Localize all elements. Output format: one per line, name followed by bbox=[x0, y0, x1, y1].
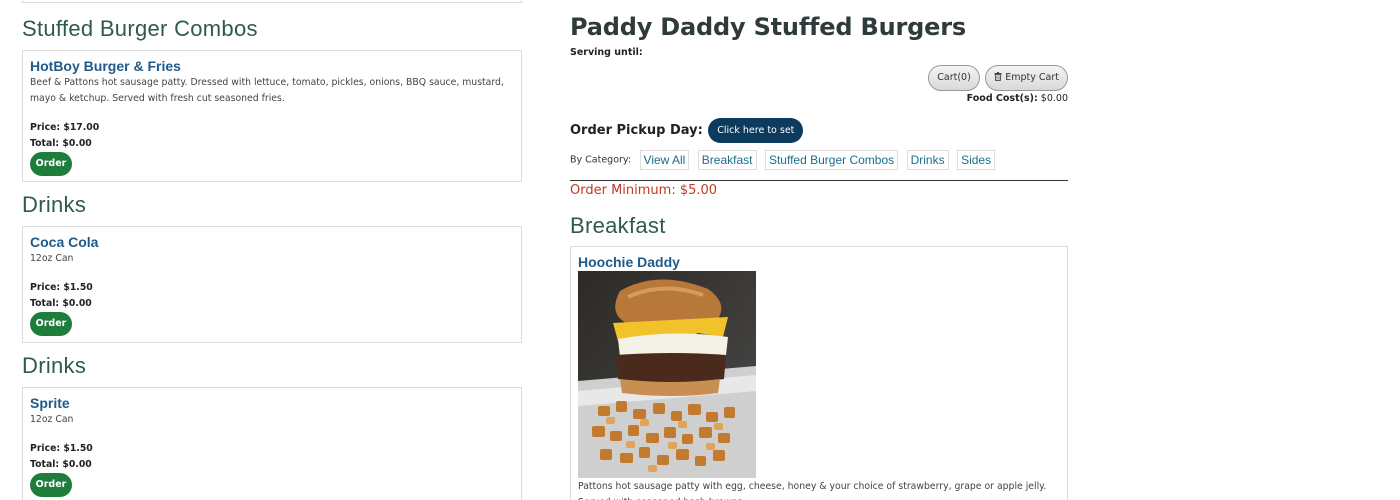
previous-card-bottom bbox=[22, 0, 522, 3]
order-button[interactable]: Order bbox=[30, 152, 72, 176]
pickup-day-label: Order Pickup Day: bbox=[570, 123, 703, 138]
empty-cart-label: Empty Cart bbox=[1005, 72, 1059, 83]
menu-item-card: Sprite 12oz Can Price: $1.50 Total: $0.0… bbox=[22, 387, 522, 500]
menu-item-card: Hoochie Daddy Pattons hot sausage patty … bbox=[570, 246, 1068, 500]
order-button[interactable]: Order bbox=[30, 312, 72, 336]
menu-item-price: Price: $17.00 bbox=[30, 122, 100, 133]
divider bbox=[570, 180, 1068, 181]
category-heading: Breakfast bbox=[570, 213, 666, 238]
menu-item-description: 12oz Can bbox=[30, 253, 74, 264]
category-link-view-all[interactable]: View All bbox=[639, 150, 690, 170]
set-pickup-day-button[interactable]: Click here to set bbox=[708, 118, 804, 143]
menu-item-description: Beef & Pattons hot sausage patty. Dresse… bbox=[30, 77, 504, 104]
category-link-drinks[interactable]: Drinks bbox=[906, 150, 949, 170]
category-link-breakfast[interactable]: Breakfast bbox=[697, 150, 757, 170]
menu-item-title[interactable]: HotBoy Burger & Fries bbox=[30, 58, 514, 74]
food-cost: Food Cost(s): $0.00 bbox=[967, 93, 1068, 104]
menu-item-total: Total: $0.00 bbox=[30, 138, 92, 149]
category-heading: Drinks bbox=[22, 353, 87, 378]
category-filter: By Category: View All Breakfast Stuffed … bbox=[570, 150, 996, 170]
order-minimum: Order Minimum: $5.00 bbox=[570, 183, 718, 198]
category-heading: Drinks bbox=[22, 192, 87, 217]
menu-item-total: Total: $0.00 bbox=[30, 298, 92, 309]
menu-item-title[interactable]: Hoochie Daddy bbox=[578, 254, 1060, 270]
category-section: Drinks Coca Cola 12oz Can Price: $1.50 T… bbox=[22, 192, 522, 343]
menu-item-total: Total: $0.00 bbox=[30, 459, 92, 470]
trash-icon bbox=[994, 67, 1002, 91]
category-link-stuffed-burger-combos[interactable]: Stuffed Burger Combos bbox=[764, 150, 899, 170]
category-link-sides[interactable]: Sides bbox=[957, 150, 996, 170]
category-heading: Stuffed Burger Combos bbox=[22, 16, 258, 41]
order-button[interactable]: Order bbox=[30, 473, 72, 497]
menu-item-price: Price: $1.50 bbox=[30, 443, 93, 454]
food-cost-label: Food Cost(s): bbox=[966, 93, 1038, 104]
menu-item-card: Coca Cola 12oz Can Price: $1.50 Total: $… bbox=[22, 226, 522, 343]
category-section: Drinks Sprite 12oz Can Price: $1.50 Tota… bbox=[22, 353, 522, 500]
serving-until-label: Serving until: bbox=[570, 47, 643, 58]
menu-item-card: HotBoy Burger & Fries Beef & Pattons hot… bbox=[22, 50, 522, 182]
menu-item-description: Pattons hot sausage patty with egg, chee… bbox=[578, 481, 1047, 500]
cart-controls: Cart(0) Empty Cart bbox=[928, 65, 1068, 91]
menu-item-price: Price: $1.50 bbox=[30, 282, 93, 293]
menu-item-title[interactable]: Sprite bbox=[30, 395, 514, 411]
category-section: Stuffed Burger Combos HotBoy Burger & Fr… bbox=[22, 16, 522, 182]
pickup-day-row: Order Pickup Day: Click here to set bbox=[570, 118, 804, 143]
menu-item-title[interactable]: Coca Cola bbox=[30, 234, 514, 250]
menu-item-description: 12oz Can bbox=[30, 414, 74, 425]
food-cost-value: $0.00 bbox=[1040, 93, 1068, 104]
cart-button[interactable]: Cart(0) bbox=[928, 65, 980, 91]
menu-item-photo bbox=[578, 271, 756, 478]
by-category-label: By Category: bbox=[570, 154, 632, 166]
empty-cart-button[interactable]: Empty Cart bbox=[985, 65, 1068, 91]
restaurant-title: Paddy Daddy Stuffed Burgers bbox=[570, 13, 966, 41]
